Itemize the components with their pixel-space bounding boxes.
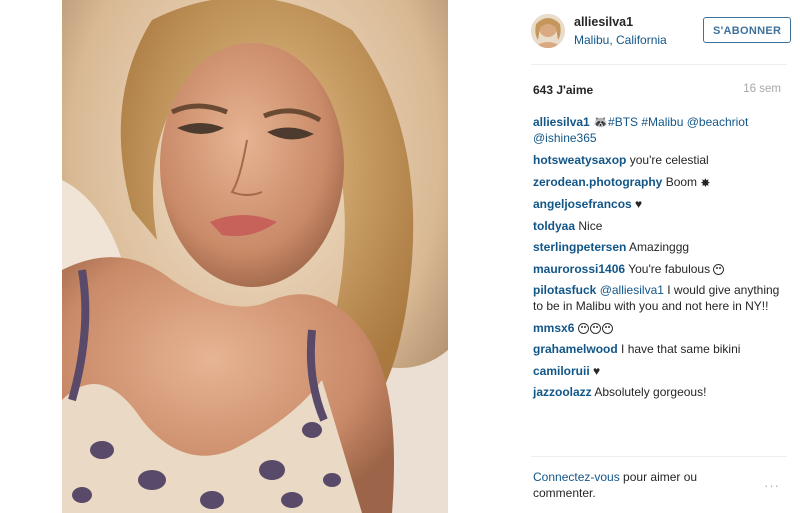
divider <box>531 456 787 457</box>
avatar-image <box>531 14 565 48</box>
post-photo[interactable] <box>62 0 448 513</box>
heart-icon: ♥ <box>635 197 643 211</box>
heart-icon: ♥ <box>593 363 601 378</box>
more-options-icon[interactable]: ··· <box>764 478 780 493</box>
comment-text: you're celestial <box>629 153 709 167</box>
mention-link[interactable]: @ishine365 <box>533 131 597 145</box>
smiley-icon <box>713 263 725 275</box>
mention-link[interactable]: @beachriot <box>687 115 749 129</box>
post-time[interactable]: 16 sem <box>743 83 781 95</box>
list-item: grahamelwood I have that same bikini <box>533 341 781 357</box>
comment-username[interactable]: angeljosefrancos <box>533 197 632 211</box>
comment-username[interactable]: grahamelwood <box>533 342 618 356</box>
comment-username[interactable]: jazzoolazz <box>533 385 592 399</box>
comment-text: You're fabulous <box>628 261 711 276</box>
post-username[interactable]: alliesilva1 <box>574 15 633 29</box>
list-item: sterlingpetersen Amazinggg <box>533 239 781 255</box>
comment-username[interactable]: maurorossi1406 <box>533 262 625 276</box>
list-item: jazzoolazz Absolutely gorgeous! <box>533 384 781 400</box>
smiley-icon <box>589 322 601 334</box>
comment-text: Nice <box>578 218 603 233</box>
smiley-icon <box>577 322 589 334</box>
divider <box>531 64 787 65</box>
comments-list: alliesilva1 🦝#BTS #Malibu @beachriot @is… <box>533 114 781 406</box>
comment-username[interactable]: pilotasfuck <box>533 283 596 297</box>
post-panel: alliesilva1 Malibu, California S'ABONNER… <box>519 0 800 513</box>
login-prompt: Connectez-vous pour aimer ou commenter. <box>533 469 733 501</box>
comment-text: Absolutely gorgeous! <box>594 385 707 399</box>
list-item: pilotasfuck @alliesilva1 I would give an… <box>533 282 781 314</box>
mention-link[interactable]: @alliesilva1 <box>600 283 664 297</box>
comment-username[interactable]: hotsweatysaxop <box>533 153 626 167</box>
smiley-icon <box>601 322 613 334</box>
raccoon-icon: 🦝 <box>593 115 609 129</box>
login-link[interactable]: Connectez-vous <box>533 470 620 484</box>
comment-text: I have that same bikini <box>621 342 741 356</box>
post-header: alliesilva1 Malibu, California S'ABONNER <box>531 12 792 52</box>
list-item: hotsweatysaxop you're celestial <box>533 152 781 168</box>
portrait-image <box>62 0 448 513</box>
comment-username[interactable]: toldyaa <box>533 219 575 233</box>
burst-icon: ✸ <box>700 175 711 190</box>
list-item: camiloruii ♥ <box>533 363 781 379</box>
hashtag-link[interactable]: #BTS <box>608 115 638 129</box>
post-location[interactable]: Malibu, California <box>574 33 667 47</box>
comment-username[interactable]: sterlingpetersen <box>533 240 626 254</box>
comment-username[interactable]: mmsx6 <box>533 321 574 335</box>
list-item: toldyaa Nice <box>533 218 781 234</box>
likes-count[interactable]: 643 J'aime <box>533 83 593 97</box>
list-item: angeljosefrancos ♥ <box>533 196 781 212</box>
hashtag-link[interactable]: #Malibu <box>641 115 683 129</box>
comment-username[interactable]: camiloruii <box>533 364 590 378</box>
list-item: zerodean.photography Boom ✸ <box>533 174 781 191</box>
follow-button[interactable]: S'ABONNER <box>703 17 792 43</box>
list-item: mmsx6 <box>533 320 781 336</box>
comment-username[interactable]: zerodean.photography <box>533 175 662 189</box>
comment-text: Boom <box>665 174 698 189</box>
comment-text: Amazinggg <box>629 240 690 254</box>
caption: alliesilva1 🦝#BTS #Malibu @beachriot @is… <box>533 114 781 146</box>
avatar[interactable] <box>531 14 565 48</box>
list-item: maurorossi1406 You're fabulous <box>533 261 781 277</box>
comment-username[interactable]: alliesilva1 <box>533 115 590 129</box>
